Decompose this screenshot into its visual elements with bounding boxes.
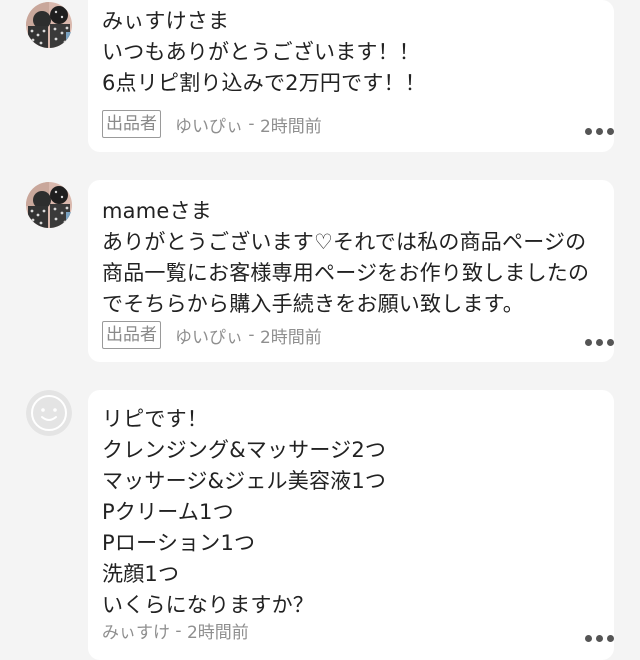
comment-author[interactable]: ゆいぴぃ bbox=[175, 323, 243, 348]
comment-time: 2時間前 bbox=[259, 116, 322, 137]
comment-meta: 出品者 ゆいぴぃ - 2時間前 bbox=[102, 321, 322, 349]
seller-badge: 出品者 bbox=[102, 321, 161, 349]
seller-badge: 出品者 bbox=[102, 110, 161, 138]
seller-avatar-icon[interactable] bbox=[26, 2, 72, 48]
more-dots-icon[interactable] bbox=[585, 128, 614, 135]
comment-meta: みぃすけ - 2時間前 bbox=[102, 618, 249, 644]
comment-salutation: みぃすけさま bbox=[102, 9, 230, 33]
comment-body: ありがとうございます♡それでは私の商品ページの商品一覧にお客様専用ページをお作り… bbox=[102, 230, 590, 316]
comment-body: いつもありがとうございます！！ 6点リピ割り込みで2万円です！！ bbox=[102, 40, 426, 95]
smiley-face-icon bbox=[26, 390, 72, 436]
more-dots-icon[interactable] bbox=[585, 339, 614, 346]
meta-separator: - bbox=[170, 620, 187, 641]
comment-time: 2時間前 bbox=[186, 623, 249, 643]
meta-separator: - bbox=[243, 114, 260, 134]
comment-salutation: mameさま bbox=[102, 199, 212, 223]
comment-bubble: リピです！ クレンジング&マッサージ2つ マッサージ&ジェル美容液1つ Pクリー… bbox=[88, 390, 614, 660]
more-dots-icon[interactable] bbox=[585, 635, 614, 642]
meta-separator: - bbox=[243, 325, 260, 345]
comment-bubble: みぃすけさま いつもありがとうございます！！ 6点リピ割り込みで2万円です！！ … bbox=[88, 0, 614, 152]
seller-avatar-icon[interactable] bbox=[26, 182, 72, 228]
comment-time: 2時間前 bbox=[259, 327, 322, 348]
comment-bubble: mameさま ありがとうございます♡それでは私の商品ページの商品一覧にお客様専用… bbox=[88, 180, 614, 362]
comment-author[interactable]: みぃすけ bbox=[102, 618, 170, 643]
comment-body: リピです！ クレンジング&マッサージ2つ マッサージ&ジェル美容液1つ Pクリー… bbox=[102, 407, 387, 617]
comment-meta: 出品者 ゆいぴぃ - 2時間前 bbox=[102, 110, 322, 138]
buyer-avatar-icon[interactable] bbox=[26, 390, 72, 436]
comment-author[interactable]: ゆいぴぃ bbox=[175, 112, 243, 137]
